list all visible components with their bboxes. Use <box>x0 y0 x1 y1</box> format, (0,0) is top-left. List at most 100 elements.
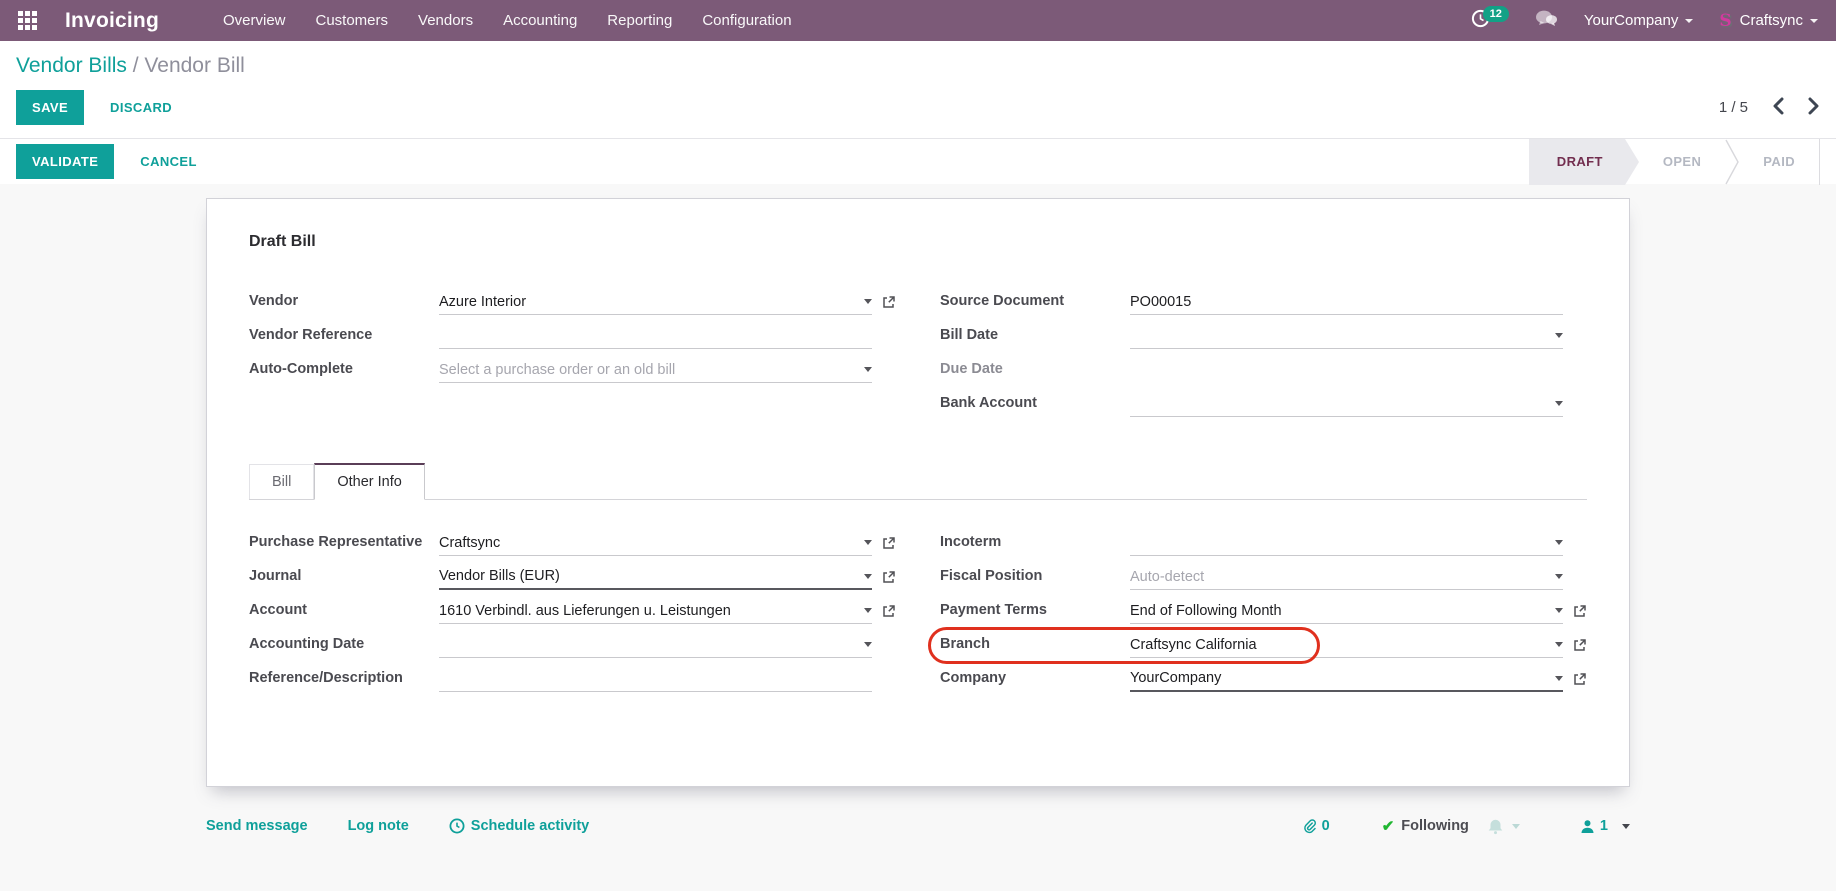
tab-bill[interactable]: Bill <box>249 464 314 499</box>
bill-date-input[interactable] <box>1130 325 1563 349</box>
document-state-title: Draft Bill <box>249 233 1587 251</box>
incoterm-label: Incoterm <box>940 532 1115 550</box>
activity-count-badge: 12 <box>1483 6 1509 22</box>
breadcrumb-vendor-bills[interactable]: Vendor Bills <box>16 54 127 77</box>
activities-button[interactable]: 12 <box>1471 9 1509 33</box>
fiscal-position-input[interactable]: Auto-detect <box>1130 566 1563 590</box>
accounting-date-input[interactable] <box>439 634 872 658</box>
check-icon: ✔ <box>1382 817 1395 835</box>
status-step-paid[interactable]: PAID <box>1739 139 1819 185</box>
breadcrumb: Vendor Bills / Vendor Bill <box>16 54 1820 78</box>
company-input[interactable]: YourCompany <box>1130 668 1563 692</box>
user-menu[interactable]: S Craftsync <box>1719 11 1818 31</box>
top-navbar: Invoicing Overview Customers Vendors Acc… <box>0 0 1836 41</box>
field-incoterm: Incoterm <box>940 532 1587 558</box>
chevron-down-icon[interactable] <box>864 299 872 304</box>
bank-account-label: Bank Account <box>940 393 1115 411</box>
purchase-representative-input[interactable]: Craftsync <box>439 532 872 556</box>
chevron-down-icon <box>1685 19 1693 23</box>
tab-other-info[interactable]: Other Info <box>314 463 424 500</box>
status-step-draft[interactable]: DRAFT <box>1529 139 1625 185</box>
chevron-down-icon[interactable] <box>1555 574 1563 579</box>
chevron-down-icon[interactable] <box>864 574 872 579</box>
breadcrumb-current: Vendor Bill <box>144 54 244 77</box>
source-document-label: Source Document <box>940 291 1115 309</box>
chevron-down-icon[interactable] <box>1555 676 1563 681</box>
log-note-button[interactable]: Log note <box>348 818 409 834</box>
vendor-input[interactable]: Azure Interior <box>439 291 872 315</box>
status-pipeline: DRAFT OPEN PAID <box>1529 139 1820 185</box>
send-message-button[interactable]: Send message <box>206 818 308 834</box>
reference-description-input[interactable] <box>439 668 872 692</box>
chevron-down-icon[interactable] <box>1555 608 1563 613</box>
apps-grid-icon[interactable] <box>18 11 37 30</box>
vendor-reference-input[interactable] <box>439 325 872 349</box>
auto-complete-input[interactable]: Select a purchase order or an old bill <box>439 359 872 383</box>
company-label: Company <box>940 668 1115 686</box>
following-button[interactable]: ✔ Following <box>1382 817 1469 835</box>
chevron-down-icon <box>1810 19 1818 23</box>
external-link-icon[interactable] <box>882 604 896 618</box>
chevron-down-icon[interactable] <box>864 367 872 372</box>
external-link-icon[interactable] <box>882 295 896 309</box>
chevron-down-icon[interactable] <box>864 642 872 647</box>
menu-reporting[interactable]: Reporting <box>607 12 672 29</box>
menu-accounting[interactable]: Accounting <box>503 12 577 29</box>
field-auto-complete: Auto-Complete Select a purchase order or… <box>249 359 896 385</box>
attachment-count: 0 <box>1322 818 1330 834</box>
save-button[interactable]: SAVE <box>16 90 84 125</box>
company-switcher[interactable]: YourCompany <box>1584 12 1694 29</box>
cancel-button[interactable]: CANCEL <box>140 154 197 169</box>
menu-configuration[interactable]: Configuration <box>702 12 791 29</box>
chevron-down-icon <box>1622 824 1630 829</box>
user-name-label: Craftsync <box>1740 12 1803 29</box>
subscription-bell-button[interactable] <box>1487 818 1520 835</box>
external-link-icon[interactable] <box>1573 638 1587 652</box>
messages-icon[interactable] <box>1535 9 1558 33</box>
payment-terms-input[interactable]: End of Following Month <box>1130 600 1563 624</box>
branch-value: Craftsync California <box>1130 637 1547 653</box>
journal-value: Vendor Bills (EUR) <box>439 568 856 584</box>
app-title[interactable]: Invoicing <box>65 9 159 33</box>
chevron-down-icon[interactable] <box>1555 401 1563 406</box>
control-panel: Vendor Bills / Vendor Bill SAVE DISCARD … <box>0 41 1836 125</box>
pager-next-icon[interactable] <box>1808 97 1820 119</box>
chevron-down-icon[interactable] <box>864 608 872 613</box>
breadcrumb-separator: / <box>127 54 145 77</box>
discard-button[interactable]: DISCARD <box>110 100 172 115</box>
chevron-down-icon[interactable] <box>1555 333 1563 338</box>
source-document-input[interactable]: PO00015 <box>1130 291 1563 315</box>
account-input[interactable]: 1610 Verbindl. aus Lieferungen u. Leistu… <box>439 600 872 624</box>
purchase-representative-label: Purchase Representative <box>249 532 424 550</box>
branch-input[interactable]: Craftsync California <box>1130 634 1563 658</box>
external-link-icon[interactable] <box>882 536 896 550</box>
menu-customers[interactable]: Customers <box>316 12 389 29</box>
chevron-down-icon[interactable] <box>864 540 872 545</box>
validate-button[interactable]: VALIDATE <box>16 144 114 179</box>
statusbar-row: VALIDATE CANCEL DRAFT OPEN PAID <box>0 138 1836 184</box>
incoterm-input[interactable] <box>1130 532 1563 556</box>
main-menu: Overview Customers Vendors Accounting Re… <box>223 12 792 29</box>
account-label: Account <box>249 600 424 618</box>
attachments-button[interactable]: 0 <box>1302 818 1330 835</box>
field-bill-date: Bill Date <box>940 325 1587 351</box>
schedule-activity-button[interactable]: Schedule activity <box>449 818 589 834</box>
external-link-icon[interactable] <box>1573 672 1587 686</box>
menu-overview[interactable]: Overview <box>223 12 286 29</box>
field-vendor-reference: Vendor Reference <box>249 325 896 351</box>
pager-prev-icon[interactable] <box>1772 97 1784 119</box>
menu-vendors[interactable]: Vendors <box>418 12 473 29</box>
external-link-icon[interactable] <box>1573 604 1587 618</box>
chevron-down-icon[interactable] <box>1555 642 1563 647</box>
status-step-open[interactable]: OPEN <box>1639 139 1725 185</box>
purchase-representative-value: Craftsync <box>439 535 856 551</box>
journal-input[interactable]: Vendor Bills (EUR) <box>439 566 872 590</box>
chevron-down-icon[interactable] <box>1555 540 1563 545</box>
external-link-icon[interactable] <box>882 570 896 584</box>
field-company: Company YourCompany <box>940 668 1587 694</box>
auto-complete-label: Auto-Complete <box>249 359 424 377</box>
accounting-date-label: Accounting Date <box>249 634 424 652</box>
bank-account-input[interactable] <box>1130 393 1563 417</box>
field-bank-account: Bank Account <box>940 393 1587 419</box>
followers-button[interactable]: 1 <box>1580 818 1630 834</box>
